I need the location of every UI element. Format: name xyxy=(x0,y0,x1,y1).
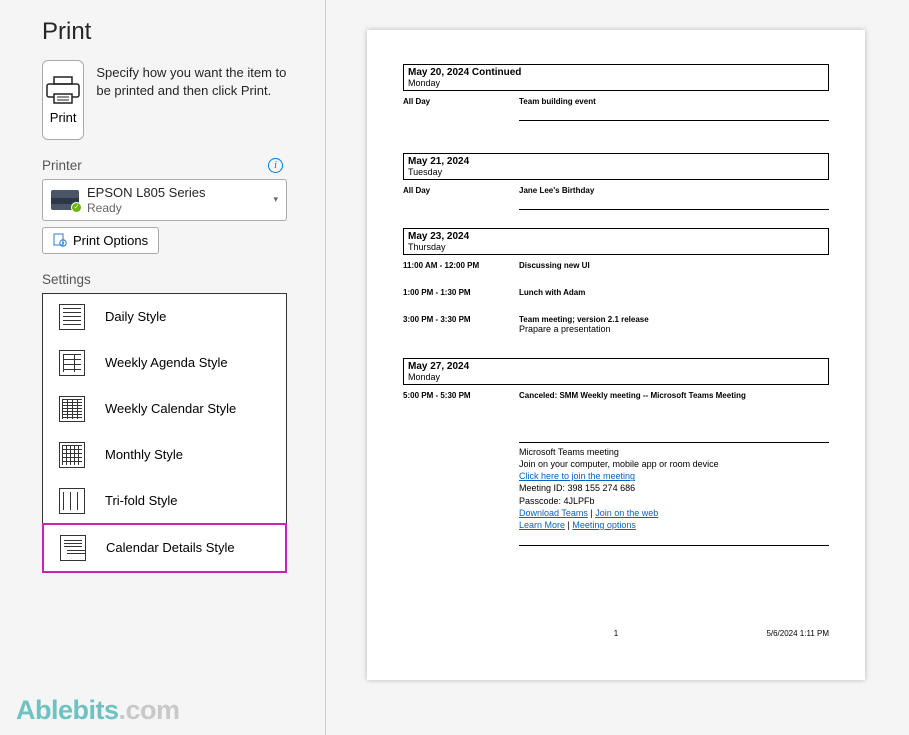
style-monthly[interactable]: Monthly Style xyxy=(43,432,286,478)
day-dow: Monday xyxy=(408,372,824,382)
page-timestamp: 5/6/2024 1:11 PM xyxy=(766,629,829,638)
style-daily[interactable]: Daily Style xyxy=(43,294,286,340)
teams-meeting-id: Meeting ID: 398 155 274 686 xyxy=(519,482,829,494)
style-label: Daily Style xyxy=(105,309,166,324)
event-title: Canceled: SMM Weekly meeting -- Microsof… xyxy=(519,391,746,400)
day-date: May 23, 2024 xyxy=(408,231,824,242)
event-time: All Day xyxy=(403,97,519,121)
teams-options-link[interactable]: Meeting options xyxy=(572,520,636,530)
printer-device-icon: ✓ xyxy=(51,190,79,210)
event-title: Lunch with Adam xyxy=(519,288,585,297)
event-time: 1:00 PM - 1:30 PM xyxy=(403,288,519,297)
event-title: Discussing new UI xyxy=(519,261,590,270)
teams-meeting-block: Microsoft Teams meeting Join on your com… xyxy=(519,442,829,546)
teams-download-link[interactable]: Download Teams xyxy=(519,508,588,518)
style-calendar-details[interactable]: Calendar Details Style xyxy=(42,523,287,573)
day-header: May 27, 2024 Monday xyxy=(403,358,829,385)
print-button[interactable]: Print xyxy=(42,60,84,140)
printer-dropdown[interactable]: ✓ EPSON L805 Series Ready ▾ xyxy=(42,179,287,221)
day-header: May 20, 2024 Continued Monday xyxy=(403,64,829,91)
event-time: 5:00 PM - 5:30 PM xyxy=(403,391,519,400)
calendar-details-style-icon xyxy=(60,535,86,561)
teams-subtitle: Join on your computer, mobile app or roo… xyxy=(519,458,829,470)
event-row: 11:00 AM - 12:00 PM Discussing new UI xyxy=(403,261,829,270)
watermark-brand: Ablebits xyxy=(16,695,119,725)
event-title: Jane Lee's Birthday xyxy=(519,186,594,195)
day-dow: Thursday xyxy=(408,242,824,252)
event-title: Team meeting; version 2.1 release xyxy=(519,315,649,324)
day-date: May 21, 2024 xyxy=(408,156,824,167)
info-icon[interactable]: i xyxy=(268,158,283,173)
trifold-style-icon xyxy=(59,488,85,514)
daily-style-icon xyxy=(59,304,85,330)
chevron-down-icon: ▾ xyxy=(273,194,278,205)
event-time: All Day xyxy=(403,186,519,210)
printer-name: EPSON L805 Series xyxy=(87,185,265,201)
day-dow: Monday xyxy=(408,78,824,88)
event-title: Team building event xyxy=(519,97,596,106)
printer-status: Ready xyxy=(87,201,265,215)
style-weekly-calendar[interactable]: Weekly Calendar Style xyxy=(43,386,286,432)
event-row: All Day Jane Lee's Birthday xyxy=(403,186,829,210)
print-button-label: Print xyxy=(50,110,77,125)
style-label: Weekly Agenda Style xyxy=(105,355,228,370)
event-note: Prapare a presentation xyxy=(519,324,611,334)
weekly-agenda-style-icon xyxy=(59,350,85,376)
style-label: Monthly Style xyxy=(105,447,183,462)
style-label: Calendar Details Style xyxy=(106,540,235,555)
print-description: Specify how you want the item to be prin… xyxy=(96,60,287,140)
watermark: Ablebits.com xyxy=(16,695,180,726)
day-dow: Tuesday xyxy=(408,167,824,177)
teams-heading: Microsoft Teams meeting xyxy=(519,446,829,458)
style-weekly-agenda[interactable]: Weekly Agenda Style xyxy=(43,340,286,386)
print-icon xyxy=(46,76,80,104)
page-footer: 1 5/6/2024 1:11 PM xyxy=(403,629,829,638)
monthly-style-icon xyxy=(59,442,85,468)
print-options-button[interactable]: Print Options xyxy=(42,227,159,254)
printer-section-label: Printer xyxy=(42,158,82,173)
watermark-domain: .com xyxy=(119,695,180,725)
event-row: 3:00 PM - 3:30 PM Team meeting; version … xyxy=(403,315,829,334)
print-preview-page: May 20, 2024 Continued Monday All Day Te… xyxy=(367,30,865,680)
teams-join-link[interactable]: Click here to join the meeting xyxy=(519,471,635,481)
style-label: Tri-fold Style xyxy=(105,493,177,508)
day-header: May 21, 2024 Tuesday xyxy=(403,153,829,180)
event-row: All Day Team building event xyxy=(403,97,829,121)
style-trifold[interactable]: Tri-fold Style xyxy=(43,478,286,524)
teams-passcode: Passcode: 4JLPFb xyxy=(519,495,829,507)
day-date: May 27, 2024 xyxy=(408,361,824,372)
event-time: 11:00 AM - 12:00 PM xyxy=(403,261,519,270)
teams-learnmore-link[interactable]: Learn More xyxy=(519,520,565,530)
day-date: May 20, 2024 Continued xyxy=(408,67,824,78)
event-row: 5:00 PM - 5:30 PM Canceled: SMM Weekly m… xyxy=(403,391,829,400)
options-icon xyxy=(53,233,67,247)
settings-section-label: Settings xyxy=(42,272,91,287)
weekly-calendar-style-icon xyxy=(59,396,85,422)
page-title: Print xyxy=(42,18,287,46)
teams-joinweb-link[interactable]: Join on the web xyxy=(595,508,658,518)
print-options-label: Print Options xyxy=(73,233,148,248)
event-time: 3:00 PM - 3:30 PM xyxy=(403,315,519,334)
day-header: May 23, 2024 Thursday xyxy=(403,228,829,255)
event-row: 1:00 PM - 1:30 PM Lunch with Adam xyxy=(403,288,829,297)
panel-divider xyxy=(325,0,326,735)
status-check-icon: ✓ xyxy=(71,202,82,213)
style-label: Weekly Calendar Style xyxy=(105,401,236,416)
style-list: Daily Style Weekly Agenda Style Weekly C… xyxy=(42,293,287,573)
page-number: 1 xyxy=(614,629,618,638)
